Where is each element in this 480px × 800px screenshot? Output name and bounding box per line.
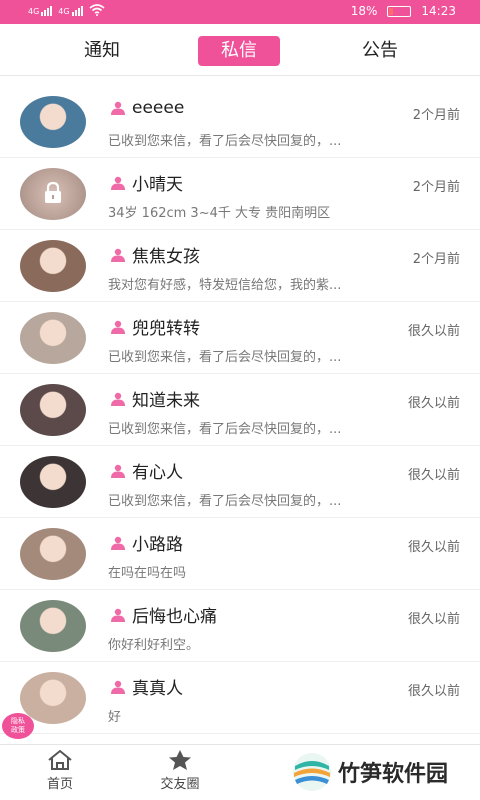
signal-icon-2: 4G [58,4,83,16]
signal-indicators: 4G 4G [28,4,105,16]
message-time: 很久以前 [407,468,460,483]
sender-line: eeeee [110,98,184,118]
person-icon [111,176,125,190]
sender-line: 知道未来 [110,386,200,411]
person-icon [111,608,125,622]
message-time: 很久以前 [407,612,460,627]
lock-icon [45,182,61,203]
message-preview: 好 [108,710,122,725]
message-row[interactable]: 后悔也心痛 很久以前你好利好利空。 [0,590,480,662]
sender-line: 有心人 [110,458,183,483]
sender-line: 焦焦女孩 [110,242,200,267]
person-icon [111,101,125,115]
message-row[interactable]: 知道未来 很久以前已收到您来信，看了后会尽快回复的，... [0,374,480,446]
person-icon [111,536,125,550]
sender-line: 兜兜转转 [110,314,200,339]
clock: 14:23 [421,4,456,18]
sender-name: 兜兜转转 [132,319,200,339]
message-time: 很久以前 [407,684,460,699]
star-icon [169,750,191,770]
tab-private-messages[interactable]: 私信 [198,36,280,66]
sender-name: 真真人 [132,679,183,699]
avatar[interactable] [20,168,86,220]
message-preview: 在吗在吗在吗 [108,566,187,581]
tab-bar: 通知 私信 公告 [0,24,480,76]
network-type-1: 4G [28,7,40,16]
person-icon [111,392,125,406]
person-icon [111,248,125,262]
message-preview: 34岁 162cm 3~4千 大专 贵阳南明区 [108,206,331,221]
home-icon [48,749,72,770]
message-preview: 已收到您来信，看了后会尽快回复的，... [108,134,342,149]
avatar[interactable] [20,528,86,580]
message-row[interactable]: 真真人 很久以前好 [0,662,480,734]
message-time: 2个月前 [412,252,460,267]
sender-line: 小晴天 [110,170,183,195]
avatar[interactable] [20,312,86,364]
avatar[interactable] [20,600,86,652]
message-row[interactable]: 兜兜转转 很久以前已收到您来信，看了后会尽快回复的，... [0,302,480,374]
tab-notifications[interactable]: 通知 [70,36,134,66]
battery-percent: 18% [350,4,378,18]
message-preview: 你好利好利空。 [108,638,200,653]
person-icon [111,320,125,334]
watermark-text: 竹笋软件园 [338,762,449,787]
person-icon [111,464,125,478]
avatar[interactable] [20,384,86,436]
person-icon [111,680,125,694]
message-row[interactable]: 小晴天 2个月前 34岁 162cm 3~4千 大专 贵阳南明区 [0,158,480,230]
message-preview: 我对您有好感，特发短信给您，我的紫... [108,278,342,293]
avatar[interactable] [20,456,86,508]
sender-name: 知道未来 [132,391,200,411]
message-time: 很久以前 [407,396,460,411]
message-time: 2个月前 [412,180,460,195]
message-row[interactable]: 小路路 很久以前在吗在吗在吗 [0,518,480,590]
sender-line: 小路路 [110,530,183,555]
sender-name: 有心人 [132,463,183,483]
sender-line: 真真人 [110,674,183,699]
avatar[interactable] [20,672,86,724]
watermark-logo-icon [293,753,331,791]
message-row[interactable]: 有心人 很久以前已收到您来信，看了后会尽快回复的，... [0,446,480,518]
status-right: 18% 14:23 [351,4,456,18]
message-row[interactable]: 焦焦女孩 2个月前我对您有好感，特发短信给您，我的紫... [0,230,480,302]
message-list: eeeee 2个月前 已收到您来信，看了后会尽快回复的，... 小晴天 2个月前 34岁 … [0,86,480,734]
message-preview: 已收到您来信，看了后会尽快回复的，... [108,422,342,437]
nav-friends-circle[interactable]: 交友圈 [140,749,220,792]
nav-friends-circle-label: 交友圈 [160,777,200,792]
tab-announcements[interactable]: 公告 [348,36,412,66]
network-type-2: 4G [58,7,70,16]
message-time: 很久以前 [407,540,460,555]
privacy-policy-badge[interactable]: 隐私 政策 [2,713,34,739]
message-preview: 已收到您来信，看了后会尽快回复的，... [108,350,342,365]
status-bar: 4G 4G 18% 14:23 [0,0,480,24]
message-row[interactable]: eeeee 2个月前已收到您来信，看了后会尽快回复的，... [0,86,480,158]
wifi-icon [89,4,105,16]
sender-name: 小晴天 [132,175,183,195]
sender-name: 后悔也心痛 [132,607,217,627]
sender-name: eeeee [132,98,185,118]
signal-icon-1: 4G [28,4,53,16]
sender-name: 焦焦女孩 [132,247,200,267]
nav-home[interactable]: 首页 [20,749,100,792]
message-time: 2个月前 [412,108,460,123]
watermark: 竹笋软件园 [292,752,448,792]
sender-name: 小路路 [132,535,183,555]
avatar[interactable] [20,240,86,292]
message-preview: 已收到您来信，看了后会尽快回复的，... [108,494,342,509]
battery-icon [387,5,412,17]
avatar[interactable] [20,96,86,148]
sender-line: 后悔也心痛 [110,602,217,627]
message-time: 很久以前 [407,324,460,339]
privacy-policy-label: 隐私 政策 [11,717,25,734]
nav-home-label: 首页 [46,777,73,792]
